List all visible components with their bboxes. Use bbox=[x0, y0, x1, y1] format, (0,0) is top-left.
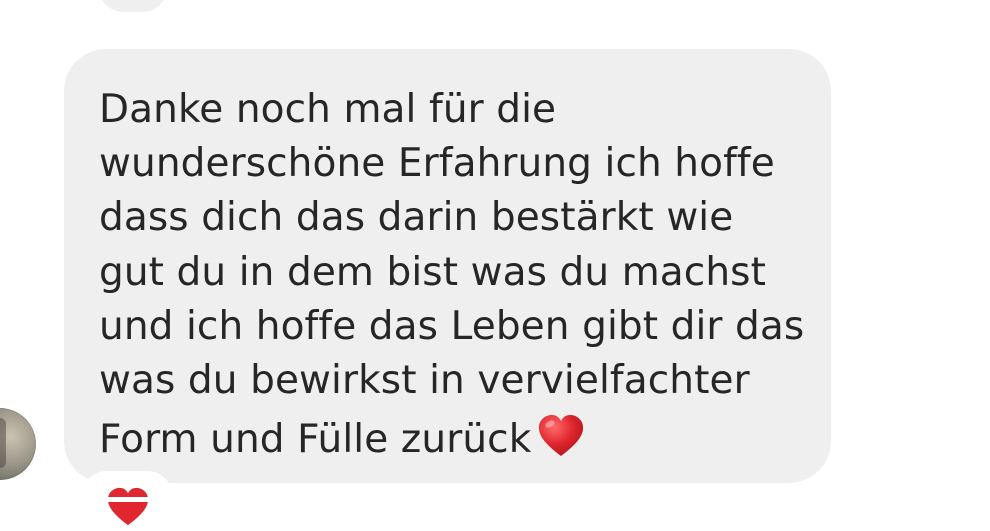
message-bubble[interactable]: Danke noch mal für die wunderschöne Erfa… bbox=[64, 49, 831, 483]
message-line: wunderschöne Erfahrung ich hoffe bbox=[99, 141, 775, 187]
red-heart-icon bbox=[106, 487, 150, 531]
message-line: Danke noch mal für die bbox=[99, 87, 557, 132]
message-line: Form und Fülle zurück bbox=[99, 417, 532, 463]
message-line: was du bewirkst in vervielfachter bbox=[99, 358, 750, 404]
message-text: Danke noch mal für die wunderschöne Erfa… bbox=[99, 83, 811, 467]
message-line: gut du in dem bist was du machst bbox=[99, 249, 766, 295]
message-line: dass dich das darin bestärkt wie bbox=[99, 195, 734, 241]
screen-bottom-edge bbox=[0, 497, 990, 502]
sender-avatar[interactable] bbox=[0, 408, 36, 480]
red-heart-icon bbox=[537, 414, 585, 473]
message-line: und ich hoffe das Leben gibt dir das bbox=[99, 303, 805, 349]
previous-message-bubble[interactable] bbox=[98, 0, 168, 12]
avatar-photo-detail bbox=[0, 418, 6, 468]
